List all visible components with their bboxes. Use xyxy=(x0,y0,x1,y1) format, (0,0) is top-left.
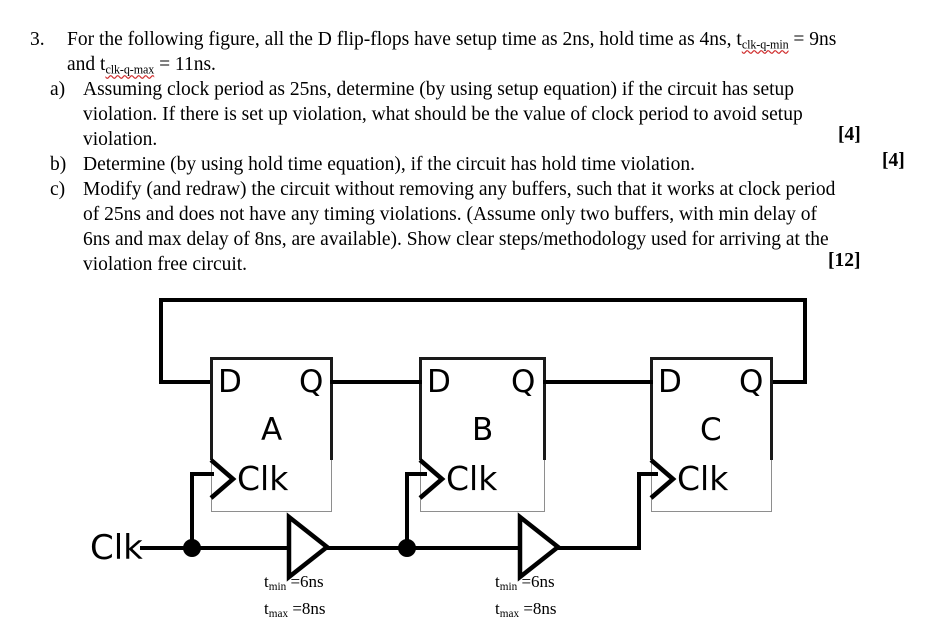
part-a-line-3: violation. xyxy=(83,129,158,150)
clock-branch-horizontal-b xyxy=(405,472,427,476)
buffer-2-tmax-value: =8ns xyxy=(519,599,557,619)
flipflop-b-clk-label: Clk xyxy=(446,459,498,498)
part-a-line-1: Assuming clock period as 25ns, determine… xyxy=(83,79,795,100)
clock-main-wire-segment-1 xyxy=(140,546,288,550)
part-label-c: c) xyxy=(50,179,66,200)
clock-branch-vertical-b xyxy=(405,472,409,548)
flipflop-a-clock-triangle-icon xyxy=(209,458,237,500)
feedback-wire-left-vertical xyxy=(159,298,163,384)
stem-text-part-2: = 9ns xyxy=(788,29,837,50)
clock-main-wire-segment-3 xyxy=(405,546,519,550)
clock-branch-vertical-c xyxy=(637,472,641,550)
clock-main-wire-segment-2 xyxy=(325,546,409,550)
flipflop-a-clk-label: Clk xyxy=(237,459,289,498)
flipflop-c-top-edge xyxy=(651,357,772,360)
feedback-wire-into-d-a xyxy=(159,380,213,384)
flipflop-c-clock-triangle-icon xyxy=(649,458,677,500)
part-b-marks: [4] xyxy=(882,150,905,171)
part-c-marks: [12] xyxy=(828,250,861,271)
feedback-wire-from-q-c xyxy=(770,380,807,384)
flipflop-a-d-label: D xyxy=(218,364,242,400)
buffer-2-tmin-value: =6ns xyxy=(517,572,555,591)
buffer-2-tmin-subscript: min xyxy=(499,581,518,594)
question-number: 3. xyxy=(30,29,45,50)
buffer-1-tmin-subscript: min xyxy=(268,581,287,594)
buffer-1-tmax-line: tmax =8ns xyxy=(264,598,326,625)
clock-branch-vertical-a xyxy=(190,472,194,548)
flipflop-a-top-edge xyxy=(211,357,332,360)
clock-branch-horizontal-c xyxy=(637,472,658,476)
flipflop-c-left-edge xyxy=(650,357,653,460)
buffer-1-delay-labels: tmin =6ns tmax =8ns xyxy=(264,571,326,625)
feedback-wire-top xyxy=(159,298,807,302)
flipflop-a-left-edge xyxy=(210,357,213,460)
flipflop-a-name: A xyxy=(261,412,283,448)
flipflop-b-top-edge xyxy=(420,357,545,360)
buffer-2-tmax-subscript: max xyxy=(499,608,520,621)
stem-text-part-4: = 11ns. xyxy=(154,54,216,75)
flipflop-c-name: C xyxy=(700,412,722,448)
clock-input-label: Clk xyxy=(90,528,143,568)
part-label-b: b) xyxy=(50,154,67,175)
clock-main-wire-segment-4 xyxy=(556,546,641,550)
stem-subscript-clk-q-min: clk-q-min xyxy=(741,37,789,52)
flipflop-a-right-edge xyxy=(330,357,333,460)
buffer-2-tmin-line: tmin =6ns xyxy=(495,571,557,598)
wire-qb-to-dc xyxy=(543,380,653,384)
stem-text-part-1: For the following figure, all the D flip… xyxy=(67,29,742,50)
part-b-line-1: Determine (by using hold time equation),… xyxy=(83,154,695,175)
buffer-1-tmax-value: =8ns xyxy=(288,599,326,619)
flipflop-b-clock-triangle-icon xyxy=(418,458,446,500)
part-c-line-3: 6ns and max delay of 8ns, are available)… xyxy=(83,229,829,250)
buffer-2-delay-labels: tmin =6ns tmax =8ns xyxy=(495,571,557,625)
part-c-line-1: Modify (and redraw) the circuit without … xyxy=(83,179,836,200)
part-label-a: a) xyxy=(50,79,66,100)
flipflop-b-d-label: D xyxy=(427,364,451,400)
flipflop-b-right-edge xyxy=(543,357,546,460)
flipflop-b-q-label: Q xyxy=(511,364,536,400)
flipflop-c-q-label: Q xyxy=(739,364,764,400)
flipflop-c-right-edge xyxy=(770,357,773,460)
part-a-line-2: violation. If there is set up violation,… xyxy=(83,104,803,125)
part-a-marks: [4] xyxy=(838,124,861,145)
buffer-2-tmax-line: tmax =8ns xyxy=(495,598,557,625)
wire-qa-to-db xyxy=(330,380,422,384)
flipflop-c-clk-label: Clk xyxy=(677,459,729,498)
stem-text-part-3: and t xyxy=(67,54,106,75)
feedback-wire-right-vertical xyxy=(803,298,807,384)
circuit-diagram: D Q A Clk D Q B Clk D Q C Clk Clk tmin =… xyxy=(0,282,928,634)
flipflop-c-d-label: D xyxy=(658,364,682,400)
flipflop-b-name: B xyxy=(472,412,494,448)
clock-branch-horizontal-a xyxy=(190,472,214,476)
part-c-line-4: violation free circuit. xyxy=(83,254,248,275)
buffer-1-tmin-value: =6ns xyxy=(286,572,324,591)
buffer-1-tmin-line: tmin =6ns xyxy=(264,571,326,598)
stem-subscript-clk-q-max: clk-q-max xyxy=(105,62,155,77)
buffer-1-tmax-subscript: max xyxy=(268,608,289,621)
part-c-line-2: of 25ns and does not have any timing vio… xyxy=(83,204,818,225)
flipflop-b-left-edge xyxy=(419,357,422,460)
question-block: 3. For the following figure, all the D f… xyxy=(0,0,928,285)
flipflop-a-q-label: Q xyxy=(299,364,324,400)
